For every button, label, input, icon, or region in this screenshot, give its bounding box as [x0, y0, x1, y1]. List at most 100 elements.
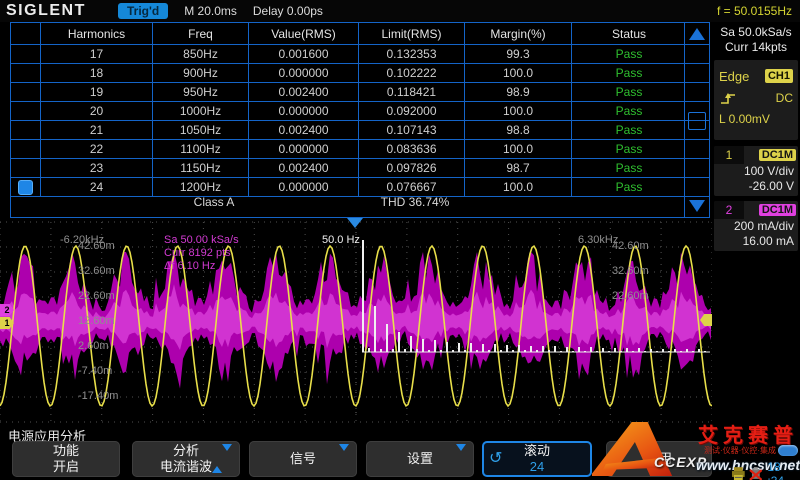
cell-freq: 1100Hz: [153, 140, 249, 158]
cell-value: 0.001600: [249, 45, 359, 63]
center-freq-label: 50.0 Hz: [322, 234, 360, 246]
cell-status: Pass: [572, 121, 686, 139]
cell-status: Pass: [572, 45, 686, 63]
row-select-cell: [11, 64, 41, 82]
cell-harmonic: 20: [41, 102, 153, 120]
fft-resolution-label: Δf 6.10 Hz: [164, 260, 215, 272]
cell-harmonic: 17: [41, 45, 153, 63]
scroll-up-icon[interactable]: [689, 28, 705, 40]
y-axis-label: 32.60m: [612, 265, 649, 277]
scroll-thumb[interactable]: [688, 112, 706, 130]
y-axis-label: 42.60m: [78, 240, 115, 252]
menu-button-apply[interactable]: 应用: [606, 441, 712, 477]
status-icons: 18 :34: [731, 460, 800, 480]
cell-value: 0.000000: [249, 102, 359, 120]
cell-status: Pass: [572, 140, 686, 158]
table-scrollbar: [684, 23, 709, 217]
cell-value: 0.002400: [249, 121, 359, 139]
y-axis-label: 2.60m: [78, 340, 109, 352]
cell-value: 0.002400: [249, 83, 359, 101]
trigger-level-readout: L 0.00mV: [719, 112, 793, 126]
header-select: [11, 23, 41, 44]
fft-samplerate-label: Sa 50.00 kSa/s: [164, 234, 239, 246]
table-row[interactable]: 17850Hz0.0016000.13235399.3Pass: [11, 45, 709, 64]
cell-limit: 0.107143: [359, 121, 465, 139]
menu-button-label: 电流谐波: [160, 459, 212, 475]
channel2-number: 2: [714, 201, 744, 219]
trigger-position-icon[interactable]: [347, 218, 363, 228]
cell-harmonic: 23: [41, 159, 153, 177]
channel1-number: 1: [714, 146, 744, 164]
row-select-cell: [11, 121, 41, 139]
cell-margin: 100.0: [465, 64, 572, 82]
menu-button-scroll[interactable]: 滚动24↺: [482, 441, 592, 477]
cell-freq: 950Hz: [153, 83, 249, 101]
thd-readout: THD 36.74%: [381, 195, 450, 209]
cell-margin: 98.9: [465, 83, 572, 101]
table-row[interactable]: 211050Hz0.0024000.10714398.8Pass: [11, 121, 709, 140]
table-row[interactable]: 201000Hz0.0000000.092000100.0Pass: [11, 102, 709, 121]
chevron-updown-icon: [212, 451, 232, 467]
menu-button-label: 滚动: [524, 443, 550, 459]
table-row[interactable]: 19950Hz0.0024000.11842198.9Pass: [11, 83, 709, 102]
row-select-cell: [11, 102, 41, 120]
cell-value: 0.000000: [249, 64, 359, 82]
cell-freq: 1050Hz: [153, 121, 249, 139]
cell-status: Pass: [572, 159, 686, 177]
fft-points-label: Curr 8192 pts: [164, 247, 231, 259]
scroll-down-icon[interactable]: [689, 200, 705, 212]
trigger-panel[interactable]: Edge CH1 DC L 0.00mV: [714, 60, 798, 140]
channel1-offset-readout: -26.00 V: [714, 179, 798, 194]
menu-button-analysis[interactable]: 分析电流谐波: [132, 441, 240, 477]
table-body: 17850Hz0.0016000.13235399.3Pass18900Hz0.…: [11, 45, 709, 197]
table-header-row: Harmonics Freq Value(RMS) Limit(RMS) Mar…: [11, 23, 709, 45]
menu-button-label: 应用: [646, 451, 672, 467]
cell-status: Pass: [572, 102, 686, 120]
table-row[interactable]: 231150Hz0.0024000.09782698.7Pass: [11, 159, 709, 178]
printer-icon: [731, 466, 746, 480]
y-axis-label: 32.60m: [78, 265, 115, 277]
channel1-scale-readout: 100 V/div: [714, 164, 798, 179]
cell-freq: 900Hz: [153, 64, 249, 82]
channel1-panel[interactable]: 1 DC1M 100 V/div -26.00 V: [714, 146, 798, 196]
memory-depth-readout: Curr 14kpts: [712, 40, 800, 55]
waveform-area: -6.20kHz Sa 50.00 kSa/s Curr 8192 pts Δf…: [0, 218, 712, 424]
channel2-offset-readout: 16.00 mA: [714, 234, 798, 249]
top-status-bar: SIGLENT Trig'd M 20.0ms Delay 0.00ps f =…: [0, 0, 800, 22]
row-select-cell: [11, 140, 41, 158]
usb-disconnected-icon: [749, 466, 763, 480]
header-freq: Freq: [153, 23, 249, 44]
menu-button-signal[interactable]: 信号: [249, 441, 357, 477]
cell-harmonic: 18: [41, 64, 153, 82]
menu-button-label: 设置: [407, 451, 433, 467]
table-row[interactable]: 221100Hz0.0000000.083636100.0Pass: [11, 140, 709, 159]
header-harmonics: Harmonics: [41, 23, 153, 44]
cell-margin: 100.0: [465, 102, 572, 120]
chevron-down-icon: [456, 451, 466, 467]
menu-button-label: 分析: [173, 443, 199, 459]
timebase-readout[interactable]: M 20.0ms: [184, 4, 237, 18]
cell-value: 0.002400: [249, 159, 359, 177]
delay-readout[interactable]: Delay 0.00ps: [253, 4, 323, 18]
channel2-scale-readout: 200 mA/div: [714, 219, 798, 234]
cell-freq: 850Hz: [153, 45, 249, 63]
trigger-type-label: Edge: [719, 69, 749, 84]
y-axis-label: 22.60m: [612, 290, 649, 302]
menu-button-function[interactable]: 功能开启: [12, 441, 120, 477]
cell-margin: 100.0: [465, 140, 572, 158]
table-row[interactable]: 18900Hz0.0000000.102222100.0Pass: [11, 64, 709, 83]
harmonics-table: Harmonics Freq Value(RMS) Limit(RMS) Mar…: [10, 22, 710, 218]
soft-menu-bar: 电源应用分析 功能开启分析电流谐波信号设置滚动24↺应用: [0, 424, 800, 480]
cell-freq: 1150Hz: [153, 159, 249, 177]
cell-limit: 0.132353: [359, 45, 465, 63]
menu-button-label: 24: [530, 459, 544, 475]
trigger-coupling-label: DC: [776, 91, 793, 105]
cell-value: 0.000000: [249, 140, 359, 158]
chevron-down-icon: [339, 451, 349, 467]
cell-margin: 98.7: [465, 159, 572, 177]
menu-button-label: 功能: [53, 443, 79, 459]
channel2-panel[interactable]: 2 DC1M 200 mA/div 16.00 mA: [714, 201, 798, 251]
cell-status: Pass: [572, 83, 686, 101]
menu-button-settings[interactable]: 设置: [366, 441, 474, 477]
sample-rate-readout: Sa 50.0kSa/s: [712, 25, 800, 40]
